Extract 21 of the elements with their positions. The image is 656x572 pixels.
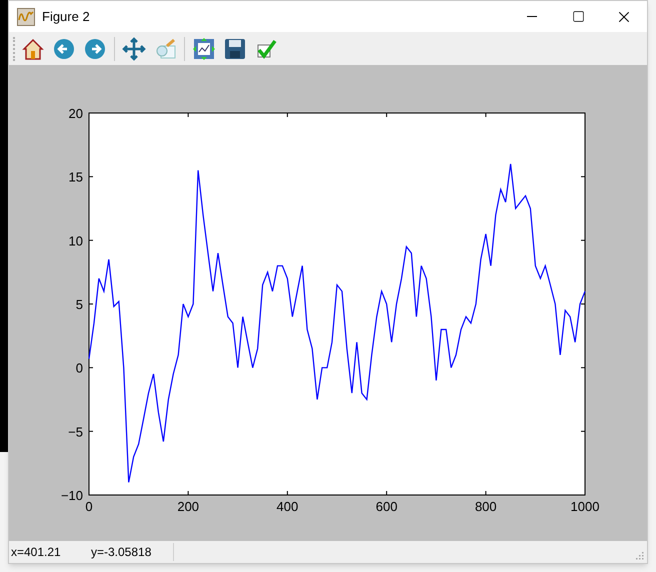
wave-icon (17, 8, 35, 26)
y-coordinate: y=-3.05818 (91, 544, 152, 561)
minimize-icon (527, 16, 537, 17)
y-tick-label: 10 (68, 233, 83, 248)
y-tick-label: 0 (76, 360, 83, 376)
window-title: Figure 2 (42, 8, 90, 26)
maximize-icon (572, 10, 584, 23)
x-tick-label: 400 (276, 499, 298, 514)
move-icon[interactable] (120, 34, 148, 62)
x-tick-label: 1000 (570, 499, 600, 514)
y-tick-label: 15 (68, 170, 83, 185)
y-tick-label: −5 (68, 424, 83, 440)
x-tick-label: 800 (474, 499, 497, 514)
x-tick-label: 0 (85, 499, 93, 514)
y-tick-label: 5 (76, 297, 83, 312)
x-coordinate: x=401.21 (11, 544, 62, 561)
y-tick-label: 20 (68, 106, 83, 121)
y-tick-label: −10 (60, 488, 83, 503)
x-tick-label: 200 (177, 499, 200, 514)
x-tick-label: 600 (376, 499, 398, 514)
resize-grip-icon (636, 552, 644, 560)
